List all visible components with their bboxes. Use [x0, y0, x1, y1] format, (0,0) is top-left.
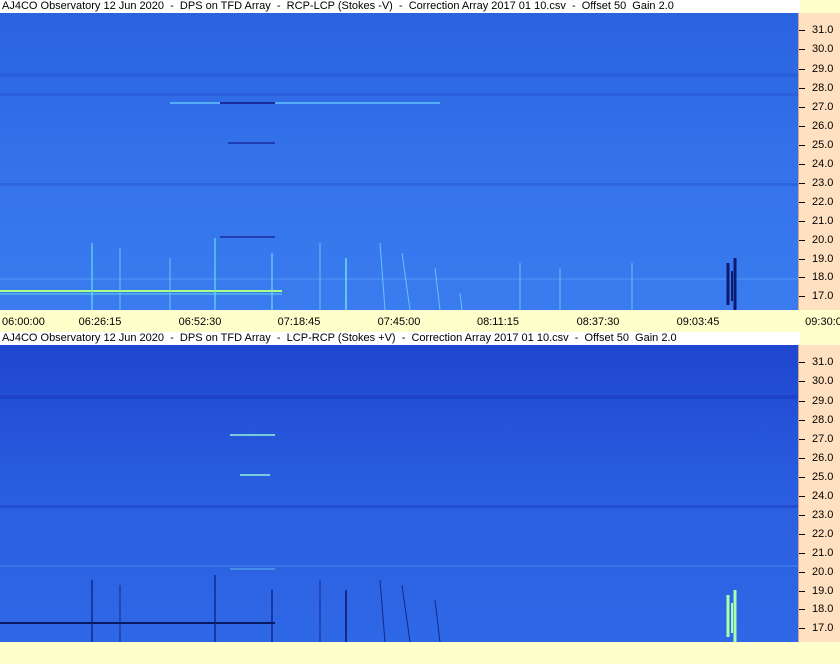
time-label: 06:26:15: [78, 316, 122, 328]
top-y-label: 17.0: [812, 290, 834, 302]
bottom-y-label: 18.0: [812, 603, 834, 615]
bottom-frequency-axis: 31.0 30.0 29.0 28.0 27.0 26.0 25.0 24.0 …: [798, 345, 840, 642]
top-y-label: 20.0: [812, 234, 834, 246]
bottom-y-label: 27.0: [812, 433, 834, 445]
bottom-y-label: 29.0: [812, 395, 834, 407]
top-spectrogram: [0, 13, 798, 310]
top-y-label: 23.0: [812, 177, 834, 189]
bottom-y-label: 21.0: [812, 547, 834, 559]
bottom-y-label: 19.0: [812, 585, 834, 597]
time-label: 09:03:45: [676, 316, 720, 328]
time-label: 09:30:00: [805, 316, 840, 328]
top-y-label: 25.0: [812, 139, 834, 151]
bottom-y-label: 28.0: [812, 414, 834, 426]
time-label: 06:52:30: [178, 316, 222, 328]
bottom-y-label: 20.0: [812, 566, 834, 578]
top-y-label: 31.0: [812, 24, 834, 36]
bottom-y-label: 24.0: [812, 490, 834, 502]
top-y-label: 22.0: [812, 196, 834, 208]
bottom-y-label: 22.0: [812, 528, 834, 540]
bottom-y-label: 23.0: [812, 509, 834, 521]
top-y-label: 21.0: [812, 215, 834, 227]
top-y-label: 26.0: [812, 120, 834, 132]
top-y-label: 27.0: [812, 101, 834, 113]
top-frequency-axis: 31.0 30.0 29.0 28.0 27.0 26.0 25.0 24.0 …: [798, 13, 840, 310]
top-y-label: 19.0: [812, 253, 834, 265]
top-y-label: 28.0: [812, 82, 834, 94]
time-label: 08:37:30: [576, 316, 620, 328]
bottom-strip: [0, 642, 840, 664]
bottom-y-label: 31.0: [812, 356, 834, 368]
top-y-label: 29.0: [812, 63, 834, 75]
bottom-y-label: 17.0: [812, 622, 834, 634]
time-label: 08:11:15: [476, 316, 520, 328]
bottom-panel-title: AJ4CO Observatory 12 Jun 2020 - DPS on T…: [0, 332, 800, 345]
bottom-spectrogram: [0, 345, 798, 642]
time-axis: 06:00:00 06:26:15 06:52:30 07:18:45 07:4…: [0, 310, 840, 330]
time-label: 07:45:00: [377, 316, 421, 328]
time-label: 07:18:45: [277, 316, 321, 328]
top-panel-title: AJ4CO Observatory 12 Jun 2020 - DPS on T…: [0, 0, 800, 13]
top-y-label: 30.0: [812, 43, 834, 55]
bottom-y-label: 30.0: [812, 375, 834, 387]
bottom-y-label: 25.0: [812, 471, 834, 483]
top-y-label: 18.0: [812, 271, 834, 283]
bottom-y-label: 26.0: [812, 452, 834, 464]
time-label: 06:00:00: [2, 316, 45, 328]
top-y-label: 24.0: [812, 158, 834, 170]
